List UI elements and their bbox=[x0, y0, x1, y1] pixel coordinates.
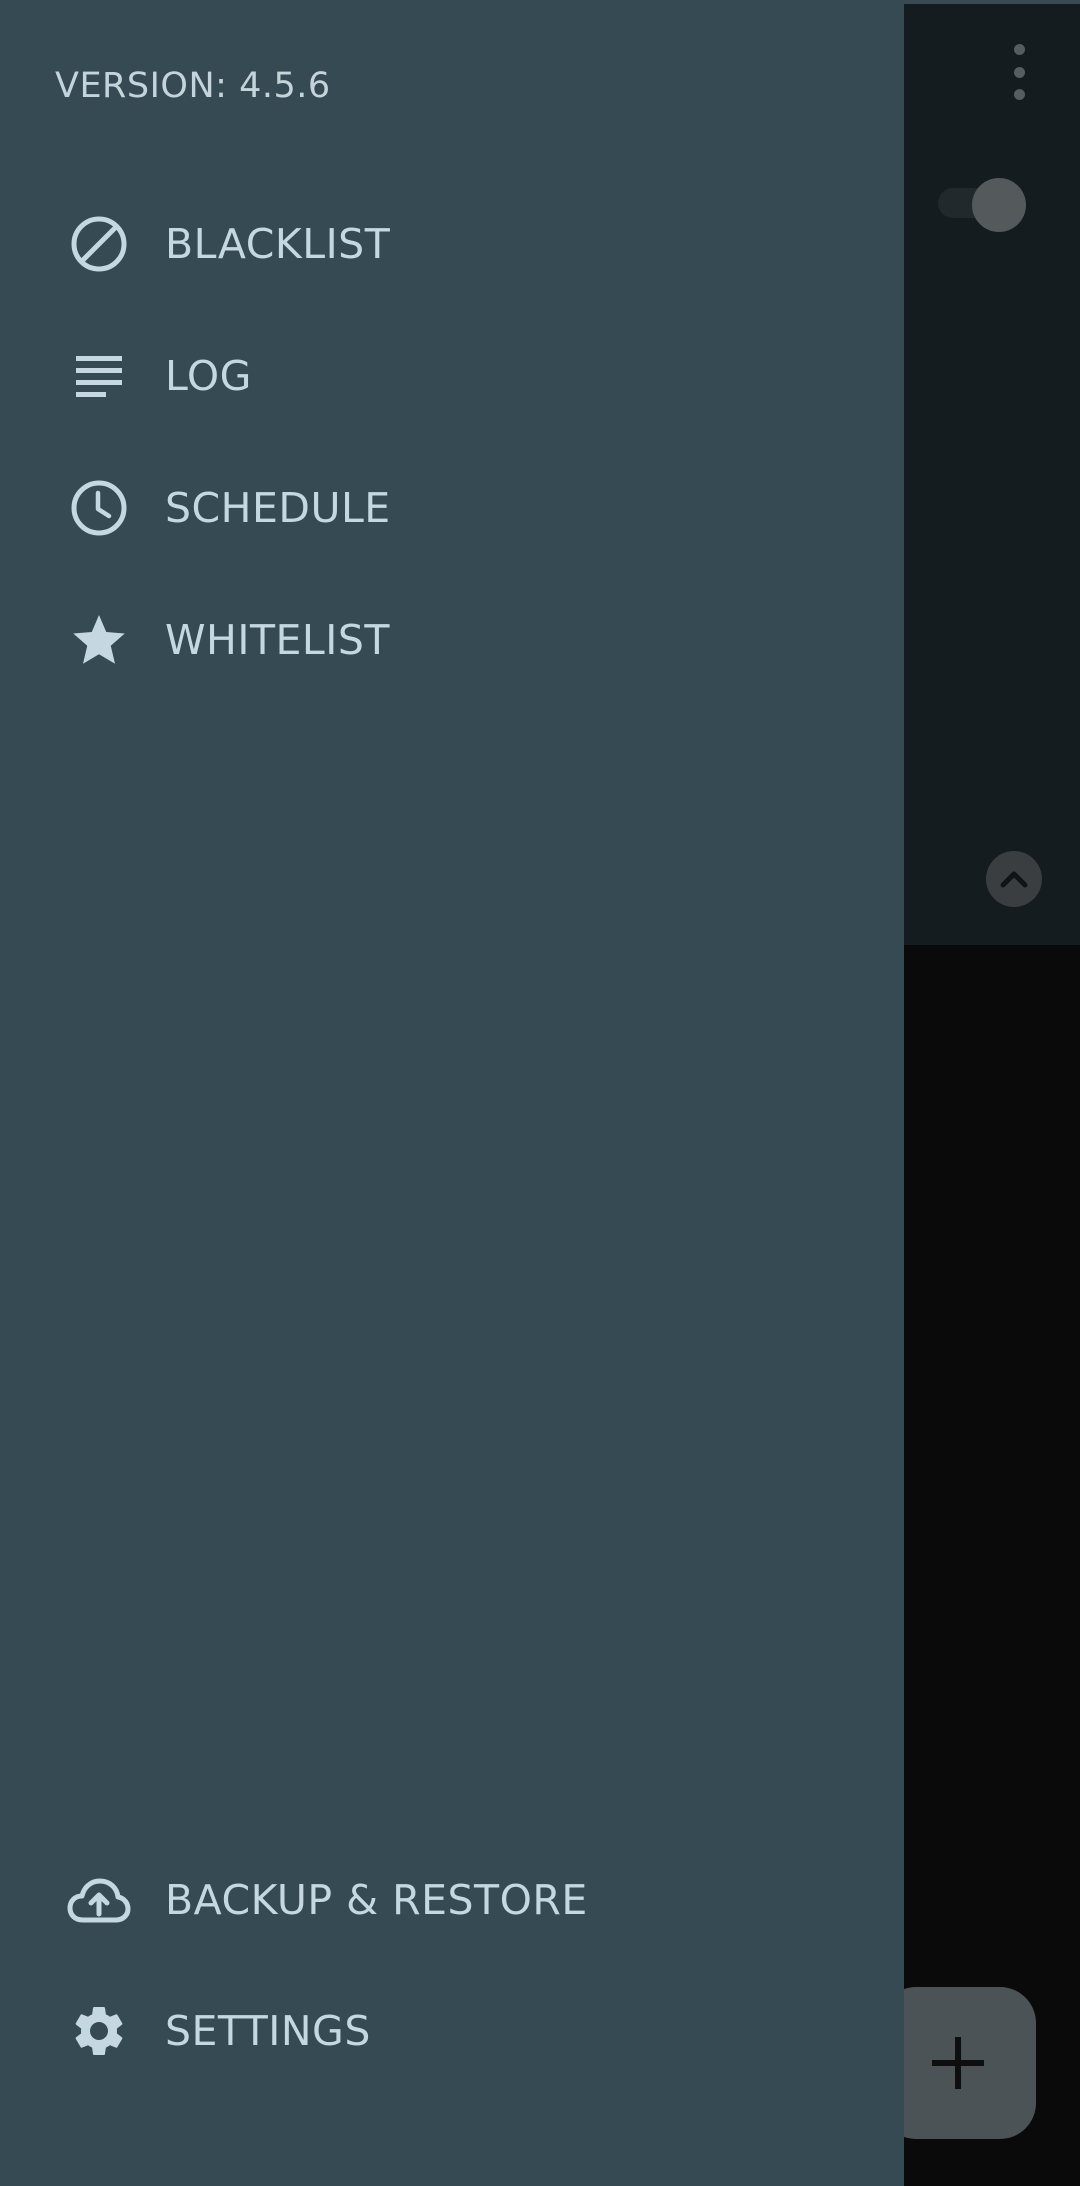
background-toggle-switch[interactable] bbox=[938, 178, 1028, 232]
chevron-up-icon bbox=[1000, 871, 1028, 888]
nav-item-blacklist[interactable]: BLACKLIST bbox=[0, 189, 904, 299]
gear-icon bbox=[62, 1994, 136, 2068]
plus-icon bbox=[932, 2037, 984, 2089]
clock-icon bbox=[62, 471, 136, 545]
nav-item-label: LOG bbox=[165, 352, 252, 400]
notes-icon bbox=[62, 339, 136, 413]
collapse-button[interactable] bbox=[986, 851, 1042, 907]
nav-item-label: WHITELIST bbox=[165, 616, 390, 664]
nav-item-whitelist[interactable]: WHITELIST bbox=[0, 585, 904, 695]
nav-item-label: BACKUP & RESTORE bbox=[165, 1876, 588, 1924]
background-status-divider bbox=[904, 0, 1080, 4]
nav-item-settings[interactable]: SETTINGS bbox=[0, 1976, 904, 2086]
version-label: VERSION: 4.5.6 bbox=[55, 66, 331, 106]
nav-item-label: SCHEDULE bbox=[165, 484, 391, 532]
nav-item-schedule[interactable]: SCHEDULE bbox=[0, 453, 904, 563]
navigation-drawer: VERSION: 4.5.6 BLACKLIST LOG SCHEDULE WH… bbox=[0, 0, 904, 2186]
block-icon bbox=[62, 207, 136, 281]
star-icon bbox=[62, 603, 136, 677]
more-vert-icon[interactable] bbox=[1004, 44, 1034, 100]
nav-item-label: BLACKLIST bbox=[165, 220, 391, 268]
switch-thumb bbox=[972, 178, 1026, 232]
screen: VERSION: 4.5.6 BLACKLIST LOG SCHEDULE WH… bbox=[0, 0, 1080, 2186]
cloud-upload-icon bbox=[62, 1863, 136, 1937]
nav-item-label: SETTINGS bbox=[165, 2007, 371, 2055]
nav-item-backup-restore[interactable]: BACKUP & RESTORE bbox=[0, 1845, 904, 1955]
nav-item-log[interactable]: LOG bbox=[0, 321, 904, 431]
